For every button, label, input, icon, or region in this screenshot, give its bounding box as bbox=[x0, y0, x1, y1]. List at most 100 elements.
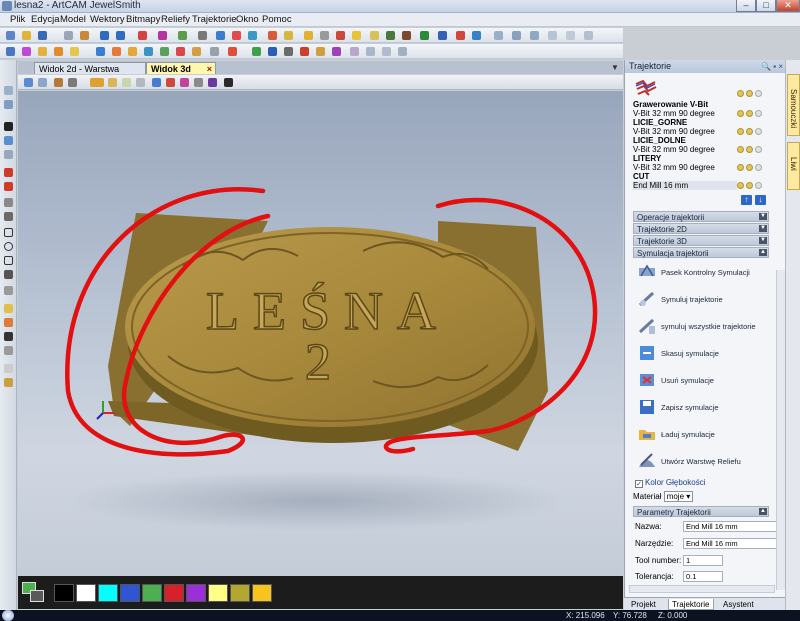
vector-icon[interactable] bbox=[22, 47, 31, 56]
relief-smooth-icon[interactable] bbox=[316, 47, 325, 56]
trim-icon[interactable] bbox=[160, 47, 169, 56]
view-camera-icon[interactable] bbox=[68, 78, 77, 87]
fill-tool-icon[interactable] bbox=[4, 318, 13, 327]
print-icon[interactable] bbox=[198, 31, 207, 40]
menu-edycja[interactable]: Edycja bbox=[31, 13, 60, 27]
tab-projekt[interactable]: Projekt bbox=[628, 599, 659, 610]
shape-icon[interactable] bbox=[38, 47, 47, 56]
toolpath-tool[interactable]: V-Bit 32 mm 90 degree bbox=[633, 163, 733, 172]
toolpath-tool[interactable]: V-Bit 32 mm 90 degree bbox=[633, 109, 733, 118]
boolean-icon[interactable] bbox=[210, 47, 219, 56]
toolpath-status-icons[interactable] bbox=[737, 128, 762, 135]
measure-icon[interactable] bbox=[402, 31, 411, 40]
pencil-icon[interactable] bbox=[320, 31, 329, 40]
view-zoom-icon[interactable] bbox=[38, 78, 47, 87]
maximize-button[interactable]: □ bbox=[756, 0, 776, 12]
menu-model[interactable]: Model bbox=[60, 13, 86, 27]
star-tool-icon[interactable] bbox=[4, 304, 13, 313]
swatch-light-yellow[interactable] bbox=[208, 584, 228, 602]
tool-number-field[interactable]: 1 bbox=[683, 555, 723, 566]
section-expand-icon[interactable]: ▲ bbox=[759, 508, 767, 515]
panel-horizontal-scrollbar[interactable] bbox=[629, 585, 775, 593]
delete-icon[interactable] bbox=[138, 31, 147, 40]
text-icon[interactable] bbox=[4, 286, 13, 295]
arc-icon[interactable] bbox=[4, 270, 13, 279]
toolpath-status-icons[interactable] bbox=[737, 182, 762, 189]
menu-plik[interactable]: Plik bbox=[10, 13, 25, 27]
sculpt-icon[interactable] bbox=[438, 31, 447, 40]
node-edit-icon[interactable] bbox=[284, 31, 293, 40]
toolpath-tool[interactable]: V-Bit 32 mm 90 degree bbox=[633, 127, 733, 136]
move-down-button[interactable]: ↓ bbox=[755, 195, 766, 205]
view-box-icon[interactable] bbox=[208, 78, 217, 87]
scale-icon[interactable] bbox=[566, 31, 575, 40]
rotate-icon[interactable] bbox=[548, 31, 557, 40]
minimize-button[interactable]: – bbox=[736, 0, 756, 12]
toolpath-tool[interactable]: V-Bit 32 mm 90 degree bbox=[633, 145, 733, 154]
current-color-swatch[interactable] bbox=[22, 582, 44, 602]
view-iso-icon[interactable] bbox=[24, 78, 33, 87]
swatch-olive[interactable] bbox=[230, 584, 250, 602]
swatch-red[interactable] bbox=[164, 584, 184, 602]
toolpath-status-icons[interactable] bbox=[737, 164, 762, 171]
tabs-dropdown-icon[interactable]: ▼ bbox=[611, 61, 619, 74]
start-orb-icon[interactable] bbox=[2, 610, 14, 621]
section-symulacja[interactable]: Symulacja trajektorii ▲ bbox=[633, 247, 769, 258]
toolpath-status-icons[interactable] bbox=[737, 146, 762, 153]
tab-trajektorie[interactable]: Trajektorie bbox=[668, 599, 714, 610]
cut-vector-icon[interactable] bbox=[228, 47, 237, 56]
polygon-icon[interactable] bbox=[4, 256, 13, 265]
polyline-icon[interactable] bbox=[4, 212, 13, 221]
toolpath-group-icon[interactable] bbox=[635, 80, 657, 96]
toolpath-status-icons[interactable] bbox=[737, 90, 762, 97]
join-icon[interactable] bbox=[144, 47, 153, 56]
tool-icon[interactable] bbox=[352, 31, 361, 40]
undo-icon[interactable] bbox=[100, 31, 109, 40]
tab-2d-view[interactable]: Widok 2d - Warstwa bitmapy bbox=[34, 62, 146, 86]
circle-icon[interactable] bbox=[4, 242, 13, 251]
panel-header-icons[interactable]: 🔍 ▪ × bbox=[761, 60, 783, 73]
checkbox-checked-icon[interactable]: ✓ bbox=[635, 480, 643, 488]
section-operacje[interactable]: Operacje trajektorii ▼ bbox=[633, 211, 769, 222]
scissors-icon[interactable] bbox=[4, 332, 13, 341]
section-parametry[interactable]: Parametry Trajektorii ▲ bbox=[633, 506, 769, 517]
color-icon[interactable] bbox=[232, 31, 241, 40]
nudge-icon[interactable] bbox=[112, 47, 121, 56]
eraser-icon[interactable] bbox=[158, 31, 167, 40]
move-up-button[interactable]: ↑ bbox=[741, 195, 752, 205]
3d-viewport[interactable]: LEŚNA 2 bbox=[18, 91, 623, 576]
pen-icon[interactable] bbox=[4, 168, 13, 177]
copy-icon[interactable] bbox=[80, 31, 89, 40]
toolpath-name[interactable]: LICIE_DOLNE bbox=[633, 136, 733, 145]
section-collapse-icon[interactable]: ▼ bbox=[759, 213, 767, 220]
brush-tool-icon[interactable] bbox=[4, 182, 13, 191]
view-light-icon[interactable] bbox=[54, 78, 63, 87]
snap-icon[interactable] bbox=[96, 47, 105, 56]
swatch-gold[interactable] bbox=[252, 584, 272, 602]
view-wire-icon[interactable] bbox=[122, 78, 131, 87]
pan-icon[interactable] bbox=[4, 100, 13, 109]
relief-add-icon[interactable] bbox=[252, 47, 261, 56]
transform-tool-icon[interactable] bbox=[4, 150, 13, 159]
line-icon[interactable] bbox=[4, 198, 13, 207]
brush-icon[interactable] bbox=[54, 47, 63, 56]
fill-icon[interactable] bbox=[70, 47, 79, 56]
section-collapse-icon[interactable]: ▼ bbox=[759, 237, 767, 244]
section-trajektorie-2d[interactable]: Trajektorie 2D ▼ bbox=[633, 223, 769, 234]
material-select[interactable]: moje ▾ bbox=[663, 491, 694, 502]
toolpath-name[interactable]: Grawerowanie V-Bit bbox=[633, 100, 733, 109]
select-arrow-icon[interactable] bbox=[4, 122, 13, 131]
section-expand-icon[interactable]: ▲ bbox=[759, 249, 767, 256]
ruler-icon[interactable] bbox=[370, 31, 379, 40]
fillet-icon[interactable] bbox=[176, 47, 185, 56]
swatch-cyan[interactable] bbox=[98, 584, 118, 602]
arrow-icon[interactable] bbox=[472, 31, 481, 40]
align-icon[interactable] bbox=[494, 31, 503, 40]
bezier-icon[interactable] bbox=[336, 31, 345, 40]
open-folder-icon[interactable] bbox=[22, 31, 31, 40]
redo-icon[interactable] bbox=[116, 31, 125, 40]
swatch-black[interactable] bbox=[54, 584, 74, 602]
measure-tool-icon[interactable] bbox=[4, 378, 13, 387]
relief-clone-icon[interactable] bbox=[350, 47, 359, 56]
toolpath-tool-selected[interactable]: End Mill 16 mm bbox=[633, 181, 737, 190]
